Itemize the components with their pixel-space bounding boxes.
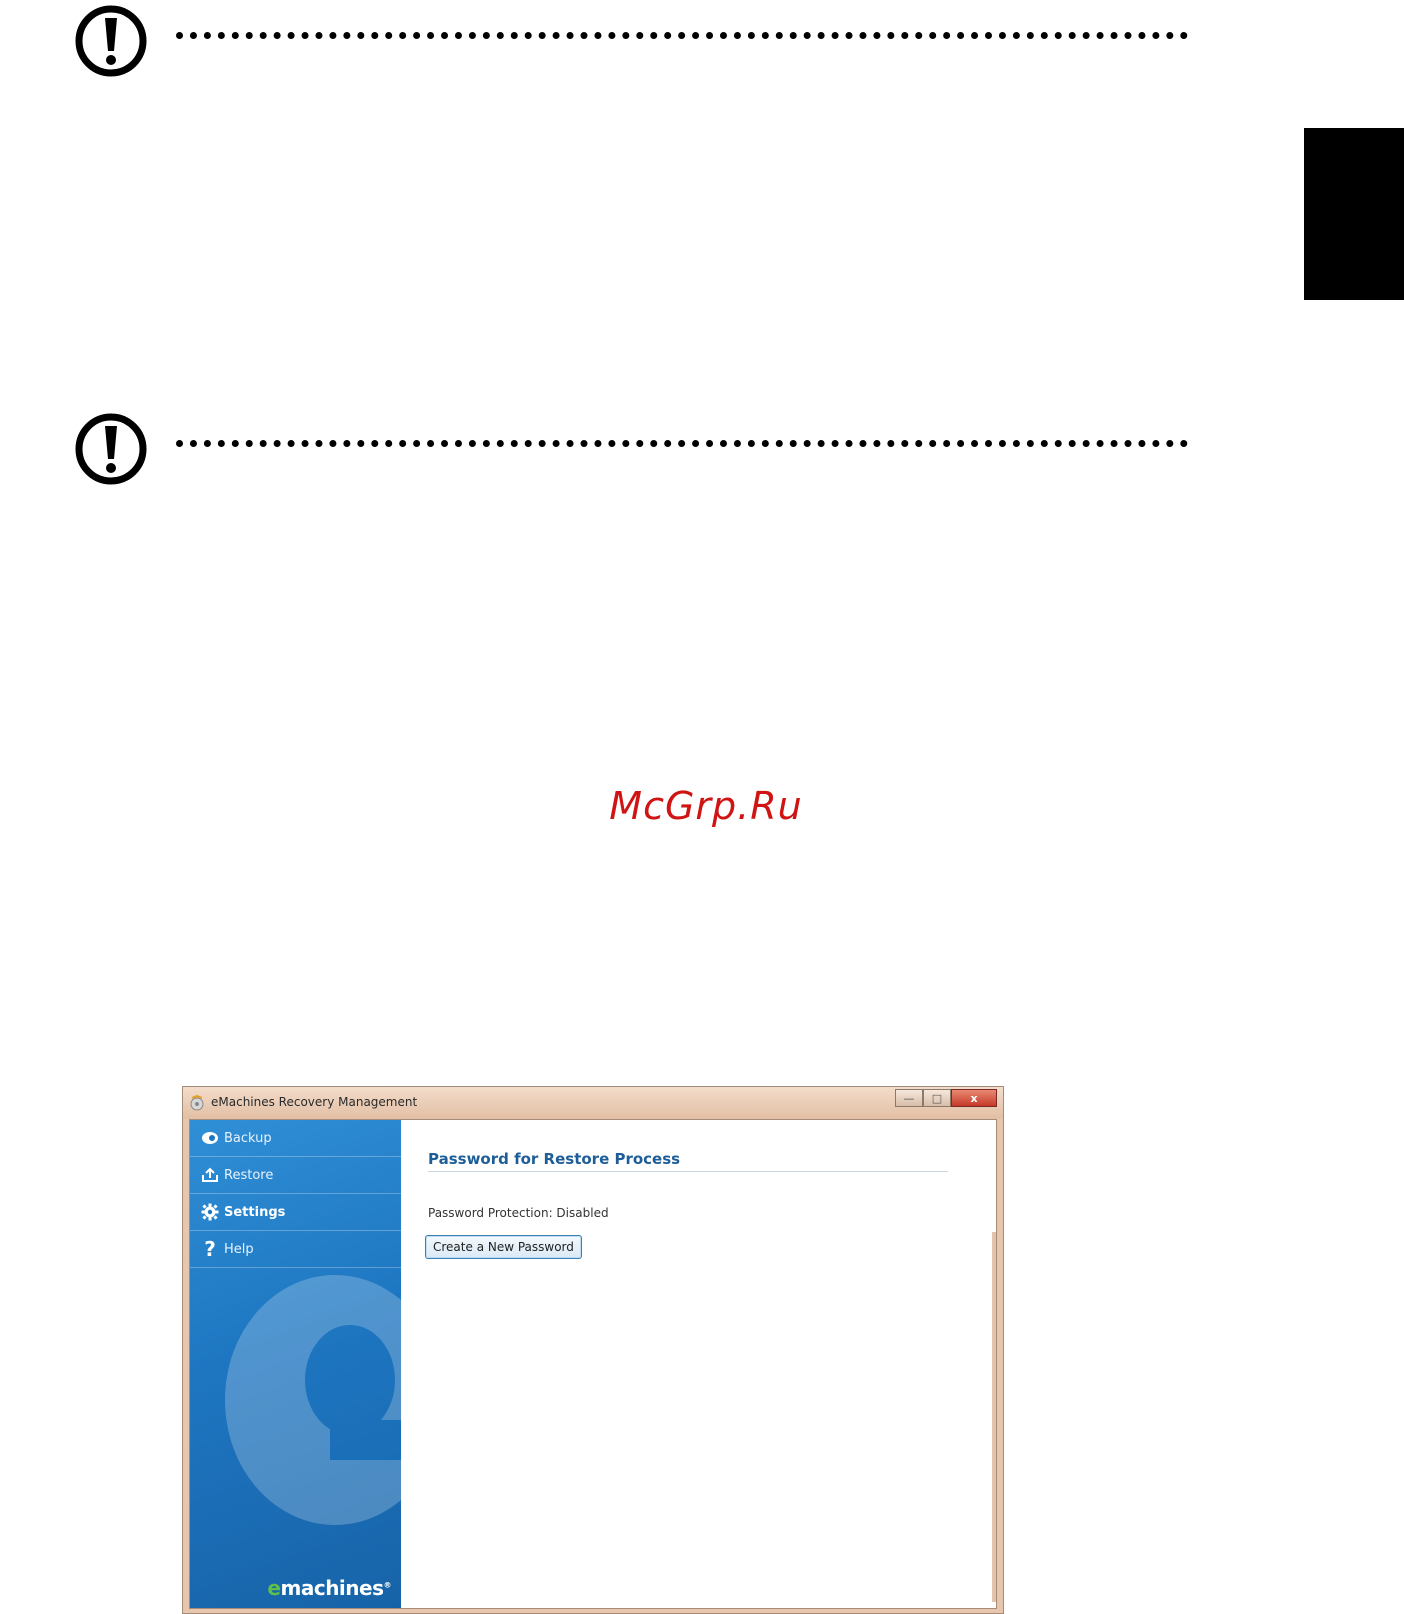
main-content: Password for Restore Process Password Pr… xyxy=(401,1120,996,1608)
dotted-divider xyxy=(176,32,1188,39)
password-protection-status: Password Protection: Disabled xyxy=(428,1206,609,1220)
sidebar-item-help[interactable]: ? Help xyxy=(190,1231,401,1268)
window-client-area: Backup Restore Settings ? Help emachines… xyxy=(189,1119,997,1609)
dotted-divider xyxy=(176,440,1188,447)
sidebar: Backup Restore Settings ? Help emachines… xyxy=(190,1120,401,1608)
sidebar-item-label: Restore xyxy=(224,1167,274,1183)
sidebar-item-backup[interactable]: Backup xyxy=(190,1120,401,1157)
sidebar-nav: Backup Restore Settings ? Help xyxy=(190,1120,401,1268)
brand-e-watermark-icon xyxy=(225,1275,401,1525)
sidebar-item-settings[interactable]: Settings xyxy=(190,1194,401,1231)
sidebar-item-label: Help xyxy=(224,1241,254,1257)
chapter-thumb-tab xyxy=(1304,128,1404,300)
close-button[interactable]: x xyxy=(951,1089,997,1107)
backup-icon xyxy=(200,1128,220,1148)
window-titlebar[interactable]: eMachines Recovery Management — □ x xyxy=(183,1087,1003,1119)
create-new-password-button[interactable]: Create a New Password xyxy=(425,1235,582,1259)
window-controls: — □ x xyxy=(895,1089,997,1109)
section-title: Password for Restore Process xyxy=(428,1150,681,1168)
sidebar-item-label: Settings xyxy=(224,1204,286,1220)
warning-icon xyxy=(75,5,147,77)
section-divider xyxy=(428,1171,948,1172)
minimize-button[interactable]: — xyxy=(895,1089,923,1107)
warning-notice xyxy=(74,4,1194,84)
window-title: eMachines Recovery Management xyxy=(211,1095,418,1109)
maximize-button[interactable]: □ xyxy=(923,1089,951,1107)
window-edge-scrollbar[interactable] xyxy=(992,1232,996,1602)
app-icon xyxy=(190,1095,204,1111)
emachines-logo: emachines® xyxy=(267,1576,391,1600)
recovery-management-window: eMachines Recovery Management — □ x Back… xyxy=(182,1086,1004,1614)
restore-icon xyxy=(200,1165,220,1185)
help-icon: ? xyxy=(204,1237,216,1261)
warning-notice xyxy=(74,412,1194,492)
gear-icon xyxy=(200,1202,220,1222)
sidebar-item-restore[interactable]: Restore xyxy=(190,1157,401,1194)
watermark-text: McGrp.Ru xyxy=(609,784,803,828)
warning-icon xyxy=(75,413,147,485)
watermark: McGrp.Ru xyxy=(0,784,1404,828)
sidebar-item-label: Backup xyxy=(224,1130,272,1146)
manual-page: McGrp.Ru eMachines Recovery Management —… xyxy=(0,0,1404,1614)
